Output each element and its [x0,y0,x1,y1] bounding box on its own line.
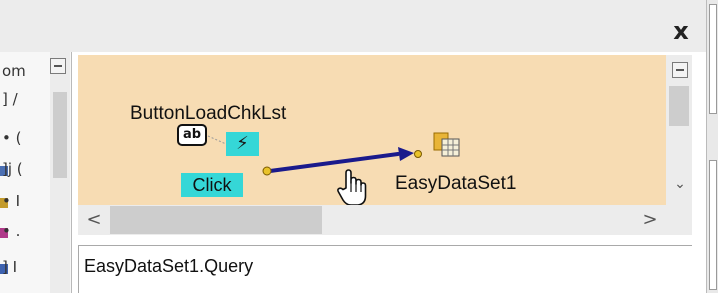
hand-cursor-icon [337,169,367,206]
dataset-icon[interactable] [433,132,461,158]
button-component-icon[interactable]: ab [177,124,207,146]
click-event-label[interactable]: Click [181,173,243,197]
link-arrowhead [398,147,414,161]
scroll-left-icon[interactable]: < [84,209,104,231]
target-component-label: EasyDataSet1 [395,173,517,194]
link-start-handle[interactable] [262,166,272,176]
connector-dots [207,135,227,145]
link-end-handle[interactable] [414,150,422,158]
scroll-right-icon[interactable]: > [640,209,660,231]
source-component-label: ButtonLoadChkLst [130,103,287,124]
link-line[interactable] [268,152,400,173]
query-text[interactable]: EasyDataSet1.Query [84,256,253,277]
lightning-icon[interactable]: ⚡ [226,132,259,156]
horizontal-scroll-thumb[interactable] [110,206,322,234]
